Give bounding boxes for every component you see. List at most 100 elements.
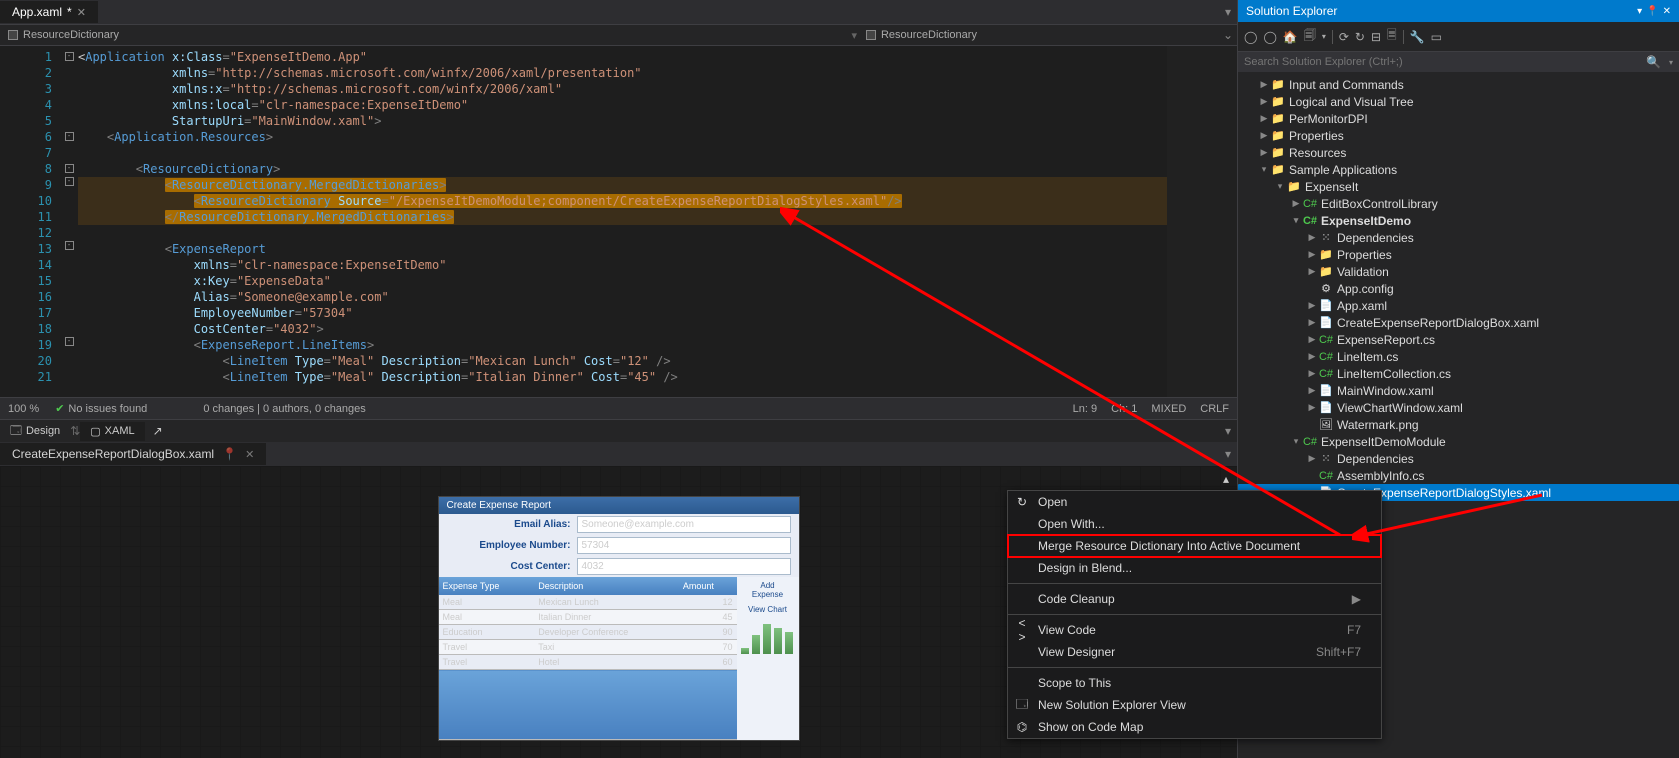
changes[interactable]: 0 changes | 0 authors, 0 changes [203,403,365,415]
menu-item[interactable]: ↻Open [1008,491,1381,513]
menu-item[interactable]: View DesignerShift+F7 [1008,641,1381,663]
expander-icon[interactable]: ▶ [1258,96,1270,107]
tree-item[interactable]: ▶📁Properties [1238,246,1679,263]
expander-icon[interactable]: ▶ [1306,232,1318,243]
expander-icon[interactable]: ▶ [1306,249,1318,260]
tab-dialog-xaml[interactable]: CreateExpenseReportDialogBox.xaml 📍 ✕ [0,443,266,465]
tree-item[interactable]: 🖼Watermark.png [1238,416,1679,433]
expander-icon[interactable]: ▶ [1306,300,1318,311]
expander-icon[interactable]: ▶ [1258,130,1270,141]
pin-icon[interactable]: 📍 [1646,6,1658,17]
menu-item[interactable]: ⌬Show on Code Map [1008,716,1381,738]
expander-icon[interactable]: ▶ [1290,198,1302,209]
tree-item[interactable]: ▾C#ExpenseItDemoModule [1238,433,1679,450]
menu-item[interactable]: 🗔New Solution Explorer View [1008,694,1381,716]
tree-item[interactable]: ▶C#ExpenseReport.cs [1238,331,1679,348]
tree-item[interactable]: ▶C#EditBoxControlLibrary [1238,195,1679,212]
preview-icon[interactable]: ▭ [1431,30,1442,44]
tree-item[interactable]: ▶📄App.xaml [1238,297,1679,314]
expander-icon[interactable]: ▶ [1258,113,1270,124]
tree-item[interactable]: ▶📁PerMonitorDPI [1238,110,1679,127]
back-icon[interactable]: ◯ [1244,30,1257,44]
collapse-icon[interactable]: ⊟ [1371,30,1381,44]
design-tab[interactable]: 🗔 Design [0,419,70,444]
tree-item[interactable]: ▶📄ViewChartWindow.xaml [1238,399,1679,416]
expander-icon[interactable]: ▶ [1258,147,1270,158]
tree-item[interactable]: ▶⁙Dependencies [1238,450,1679,467]
cost-input[interactable]: 4032 [577,558,791,575]
solex-search[interactable]: 🔍 ▾ [1238,52,1679,72]
tabs-mode[interactable]: MIXED [1151,403,1186,415]
expander-icon[interactable]: ▾ [1290,436,1302,447]
menu-item[interactable]: Open With... [1008,513,1381,535]
search-input[interactable] [1238,52,1638,72]
code-content[interactable]: <Application x:Class="ExpenseItDemo.App"… [78,46,1167,397]
add-expense-button[interactable]: Add Expense [743,579,793,601]
tree-item[interactable]: ▶⁙Dependencies [1238,229,1679,246]
alias-input[interactable]: Someone@example.com [577,516,791,533]
properties-icon[interactable]: 🔧 [1410,30,1425,44]
line-pos[interactable]: Ln: 9 [1073,403,1097,415]
tree-item[interactable]: ▶📄CreateExpenseReportDialogBox.xaml [1238,314,1679,331]
expander-icon[interactable]: ▶ [1306,266,1318,277]
tree-item[interactable]: ▶📁Resources [1238,144,1679,161]
tree-item[interactable]: ⚙App.config [1238,280,1679,297]
char-pos[interactable]: Ch: 1 [1111,403,1137,415]
tree-item[interactable]: ▶📁Input and Commands [1238,76,1679,93]
tab-app-xaml[interactable]: App.xaml* ✕ [0,1,98,23]
close-icon[interactable]: ✕ [1663,6,1671,17]
tree-item[interactable]: ▶C#LineItem.cs [1238,348,1679,365]
sync-icon[interactable]: ⟳ [1339,30,1349,44]
xaml-tab[interactable]: ▢ XAML [80,422,144,441]
tree-item[interactable]: ▶📁Logical and Visual Tree [1238,93,1679,110]
switch-views-icon[interactable]: 🗐 [1304,26,1316,47]
minimap[interactable] [1167,46,1237,397]
nav-type-right[interactable]: ▾ ResourceDictionary [609,29,1218,42]
menu-item[interactable]: < >View CodeF7 [1008,619,1381,641]
menu-item[interactable]: Code Cleanup▶ [1008,588,1381,610]
expander-icon[interactable]: ▾ [1290,215,1302,226]
scroll-up-icon[interactable]: ▴ [1223,472,1229,486]
expander-icon[interactable]: ▶ [1306,317,1318,328]
tree-item[interactable]: ▾C#ExpenseItDemo [1238,212,1679,229]
expander-icon[interactable]: ▶ [1306,351,1318,362]
nav-type-left[interactable]: ResourceDictionary [0,29,609,41]
refresh-icon[interactable]: ↻ [1355,30,1365,44]
close-icon[interactable]: ✕ [245,448,254,461]
expander-icon[interactable]: ▶ [1306,453,1318,464]
expander-icon[interactable]: ▶ [1306,385,1318,396]
tree-item[interactable]: C#AssemblyInfo.cs [1238,467,1679,484]
search-icon[interactable]: 🔍 [1638,55,1669,69]
line-ending[interactable]: CRLF [1200,403,1229,415]
menu-item[interactable]: Scope to This [1008,672,1381,694]
popout-icon[interactable]: ↗ [145,424,171,438]
view-chart-button[interactable]: View Chart [743,603,793,616]
tree-item[interactable]: ▶📁Validation [1238,263,1679,280]
code-editor[interactable]: 123456789101112131415161718192021 ------… [0,46,1237,397]
expander-icon[interactable]: ▶ [1306,402,1318,413]
split-button[interactable]: ⌄ [1219,28,1237,42]
tree-item[interactable]: ▾📁ExpenseIt [1238,178,1679,195]
context-menu[interactable]: ↻OpenOpen With...Merge Resource Dictiona… [1007,490,1382,739]
emp-input[interactable]: 57304 [577,537,791,554]
close-icon[interactable]: ✕ [77,6,86,19]
tree-item[interactable]: ▶📁Properties [1238,127,1679,144]
expander-icon[interactable]: ▾ [1258,164,1270,175]
forward-icon[interactable]: ◯ [1263,30,1276,44]
tree-item[interactable]: ▶C#LineItemCollection.cs [1238,365,1679,382]
tree-item[interactable]: ▾📁Sample Applications [1238,161,1679,178]
expander-icon[interactable]: ▶ [1258,79,1270,90]
dropdown-icon[interactable]: ▾ [1637,6,1642,17]
tab-overflow-dropdown[interactable]: ▾ [1225,447,1237,461]
tab-overflow-dropdown[interactable]: ▾ [1225,5,1237,19]
expander-icon[interactable]: ▾ [1274,181,1286,192]
show-all-icon[interactable]: 🗏 [1387,26,1397,47]
expander-icon[interactable]: ▶ [1306,334,1318,345]
tree-item[interactable]: ▶📄MainWindow.xaml [1238,382,1679,399]
expander-icon[interactable]: ▶ [1306,368,1318,379]
menu-item[interactable]: Merge Resource Dictionary Into Active Do… [1008,535,1381,557]
issues-status[interactable]: ✔No issues found [55,402,147,415]
menu-item[interactable]: Design in Blend... [1008,557,1381,579]
mode-overflow[interactable]: ▾ [1225,424,1237,438]
fold-gutter[interactable]: ------ [60,46,78,397]
